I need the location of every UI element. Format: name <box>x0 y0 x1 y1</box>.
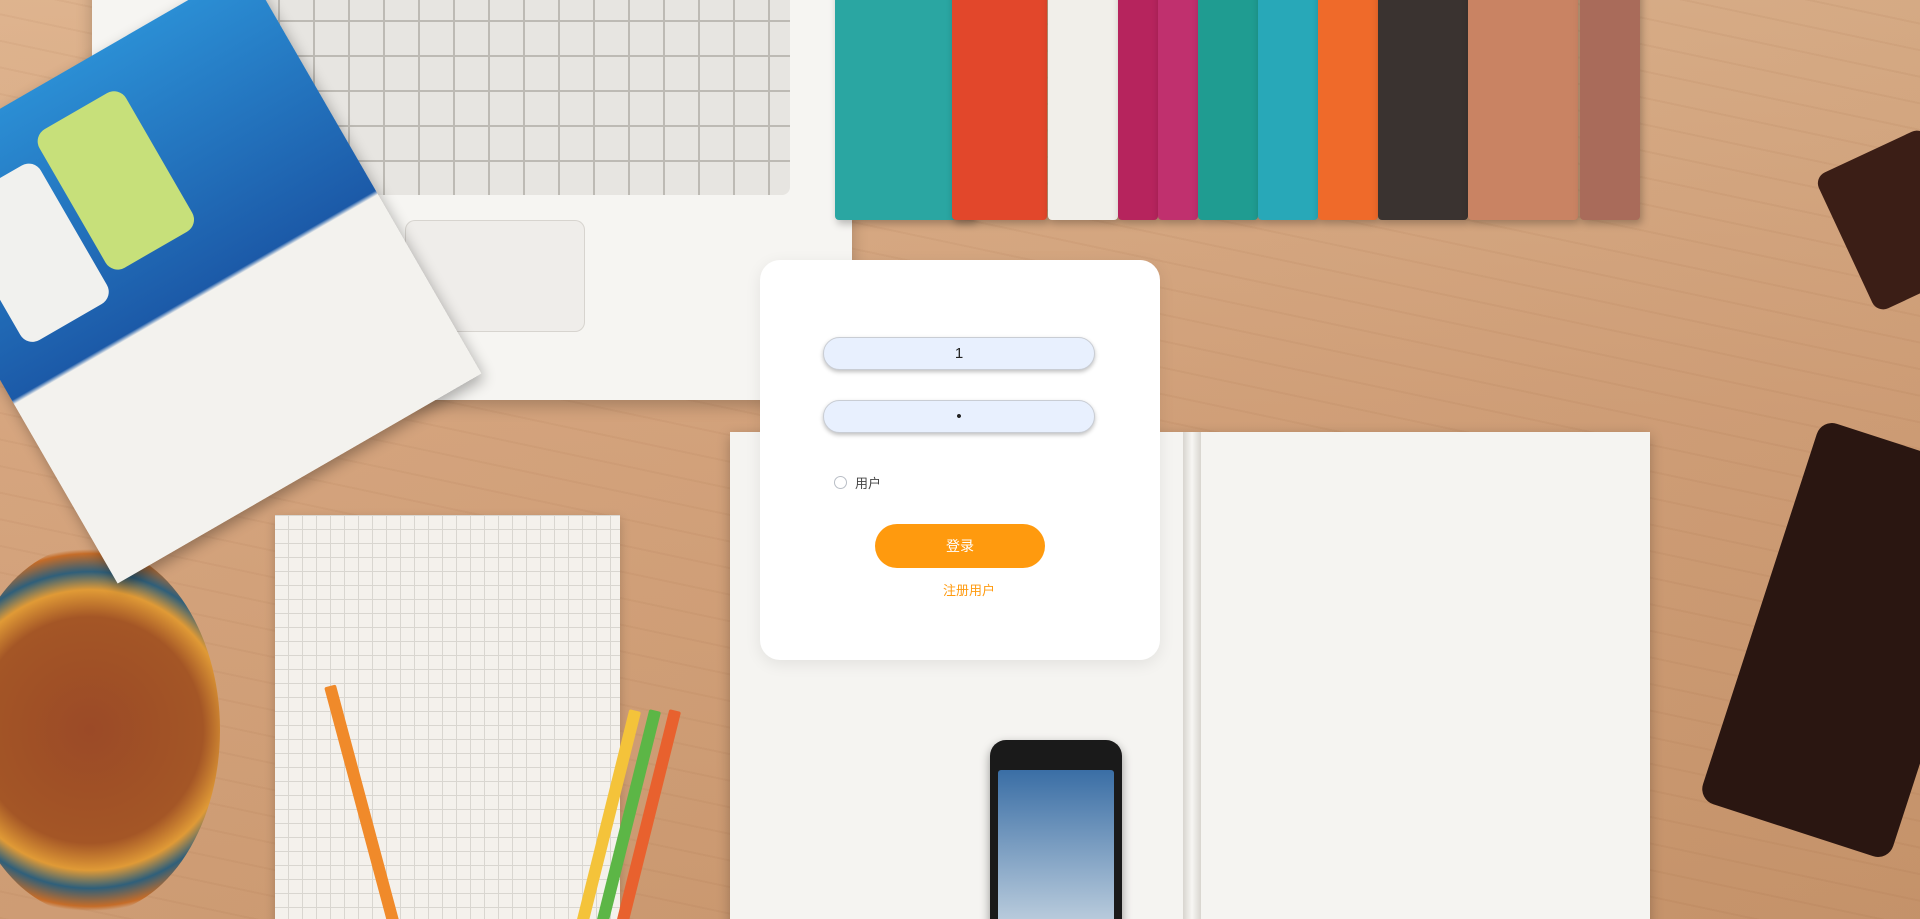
background-book <box>1158 0 1198 220</box>
background-open-book-spine <box>1183 432 1201 919</box>
background-scene: 用户 登录 注册用户 <box>0 0 1920 919</box>
username-input[interactable] <box>823 337 1095 370</box>
background-book <box>1048 0 1118 220</box>
role-radio[interactable] <box>834 476 847 489</box>
background-book <box>1118 0 1158 220</box>
background-book <box>1580 0 1640 220</box>
register-link[interactable]: 注册用户 <box>760 580 1160 599</box>
login-card: 用户 登录 注册用户 <box>760 260 1160 660</box>
background-phone <box>990 740 1122 919</box>
background-notebook <box>275 515 620 919</box>
login-button[interactable]: 登录 <box>875 524 1045 568</box>
background-book <box>1198 0 1258 220</box>
background-book <box>1318 0 1378 220</box>
background-book <box>952 0 1047 220</box>
background-book <box>1258 0 1318 220</box>
role-label: 用户 <box>855 477 882 492</box>
background-book <box>1468 0 1578 220</box>
role-option[interactable]: 用户 <box>834 473 881 492</box>
background-phone-screen <box>998 770 1114 919</box>
background-dark-object <box>1698 418 1920 862</box>
background-dark-object <box>1813 126 1920 314</box>
password-input[interactable] <box>823 400 1095 433</box>
background-coaster <box>0 545 220 915</box>
background-book <box>1378 0 1468 220</box>
